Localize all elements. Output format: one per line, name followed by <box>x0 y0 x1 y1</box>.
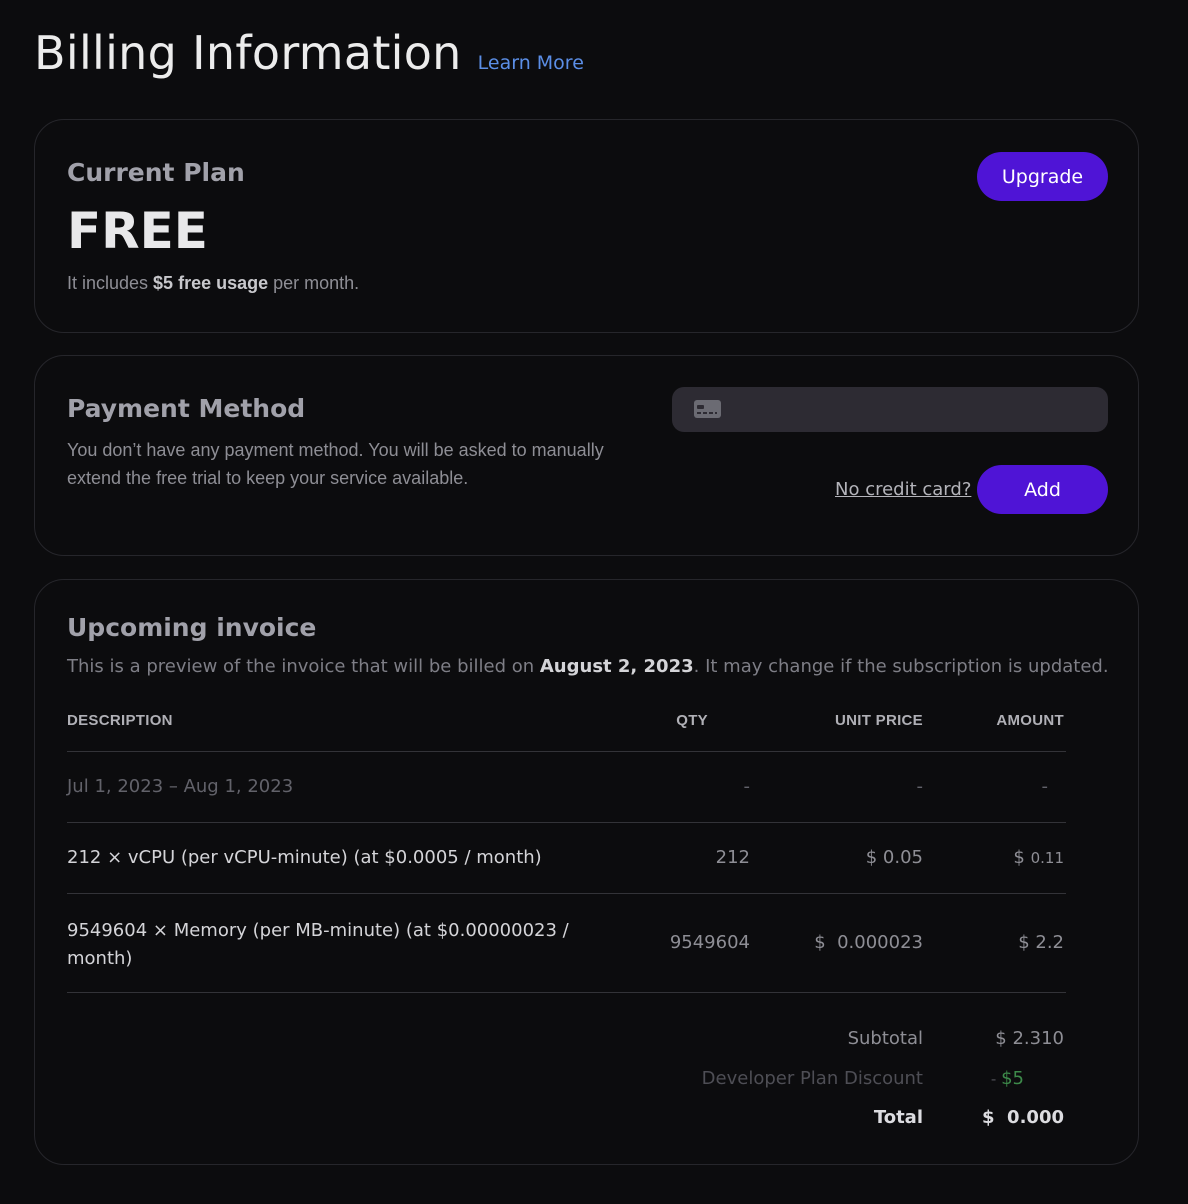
line-item-description-line1: 9549604 × Memory (per MB-minute) (at $0.… <box>67 920 569 941</box>
line-item-description: 9549604 × Memory (per MB-minute) (at $0.… <box>67 917 569 973</box>
plan-desc-prefix: It includes <box>67 273 154 293</box>
line-item-description-line2: month) <box>67 948 133 969</box>
upcoming-invoice-card: Upcoming invoice This is a preview of th… <box>34 579 1139 1165</box>
plan-desc-suffix: per month. <box>268 273 360 293</box>
period-qty: - <box>743 776 751 797</box>
subtotal-value: $ 2.310 <box>995 1028 1064 1049</box>
current-plan-card: Current Plan FREE It includes $5 free us… <box>34 119 1139 333</box>
line-item-qty: 212 <box>715 847 750 868</box>
payment-method-description: You don’t have any payment method. You w… <box>67 440 604 488</box>
current-plan-heading: Current Plan <box>67 158 245 187</box>
no-credit-card-link[interactable]: No credit card? <box>835 479 971 500</box>
line-item-amount: $ 2.2 <box>1018 932 1064 953</box>
add-payment-button[interactable]: Add <box>977 465 1108 514</box>
line-item-unit-price: $ 0.05 <box>865 847 923 868</box>
total-value: $ 0.000 <box>982 1107 1064 1128</box>
discount-label: Developer Plan Discount <box>701 1068 923 1089</box>
plan-desc-bold: $5 free usage <box>153 273 269 293</box>
page-title: Billing Information <box>34 26 462 80</box>
period-amount: - <box>1041 776 1049 797</box>
table-divider <box>67 751 1066 752</box>
plan-description: It includes $5 free usage per month. <box>67 273 359 294</box>
line-item-qty: 9549604 <box>669 932 750 953</box>
invoice-description: This is a preview of the invoice that wi… <box>67 656 1109 677</box>
line-item-description: 212 × vCPU (per vCPU-minute) (at $0.0005… <box>67 847 542 868</box>
learn-more-link[interactable]: Learn More <box>478 52 584 74</box>
total-label: Total <box>873 1107 923 1128</box>
upgrade-button[interactable]: Upgrade <box>977 152 1108 201</box>
table-divider <box>67 893 1066 894</box>
discount-prefix: - <box>990 1070 1002 1088</box>
table-divider <box>67 992 1066 993</box>
column-header-amount: AMOUNT <box>996 712 1064 729</box>
line-item-unit-price: $ 0.000023 <box>814 932 923 953</box>
subtotal-label: Subtotal <box>847 1028 923 1049</box>
plan-name: FREE <box>67 202 208 260</box>
credit-card-icon <box>694 400 721 418</box>
invoice-billing-date: August 2, 2023 <box>539 656 694 677</box>
line-item-amount-symbol: $ <box>1013 847 1031 868</box>
card-input-field[interactable] <box>672 387 1108 432</box>
table-divider <box>67 822 1066 823</box>
page-header: Billing Information Learn More <box>34 26 584 80</box>
payment-method-card: Payment Method You don’t have any paymen… <box>34 355 1139 556</box>
column-header-qty: QTY <box>676 712 708 729</box>
line-item-amount: $ 0.11 <box>1013 847 1064 868</box>
invoice-desc-prefix: This is a preview of the invoice that wi… <box>67 656 540 677</box>
discount-value: - $5 <box>991 1068 1024 1089</box>
period-unit-price: - <box>916 776 924 797</box>
column-header-unit-price: UNIT PRICE <box>834 712 923 729</box>
invoice-period: Jul 1, 2023 – Aug 1, 2023 <box>67 776 294 797</box>
billing-page: Billing Information Learn More Current P… <box>0 0 1188 1204</box>
discount-amount: $5 <box>1001 1068 1024 1089</box>
payment-method-heading: Payment Method <box>67 394 306 423</box>
upcoming-invoice-heading: Upcoming invoice <box>67 613 317 642</box>
invoice-desc-suffix: . It may change if the subscription is u… <box>693 656 1109 677</box>
column-header-description: DESCRIPTION <box>67 712 173 729</box>
line-item-amount-value: 0.11 <box>1030 849 1064 867</box>
